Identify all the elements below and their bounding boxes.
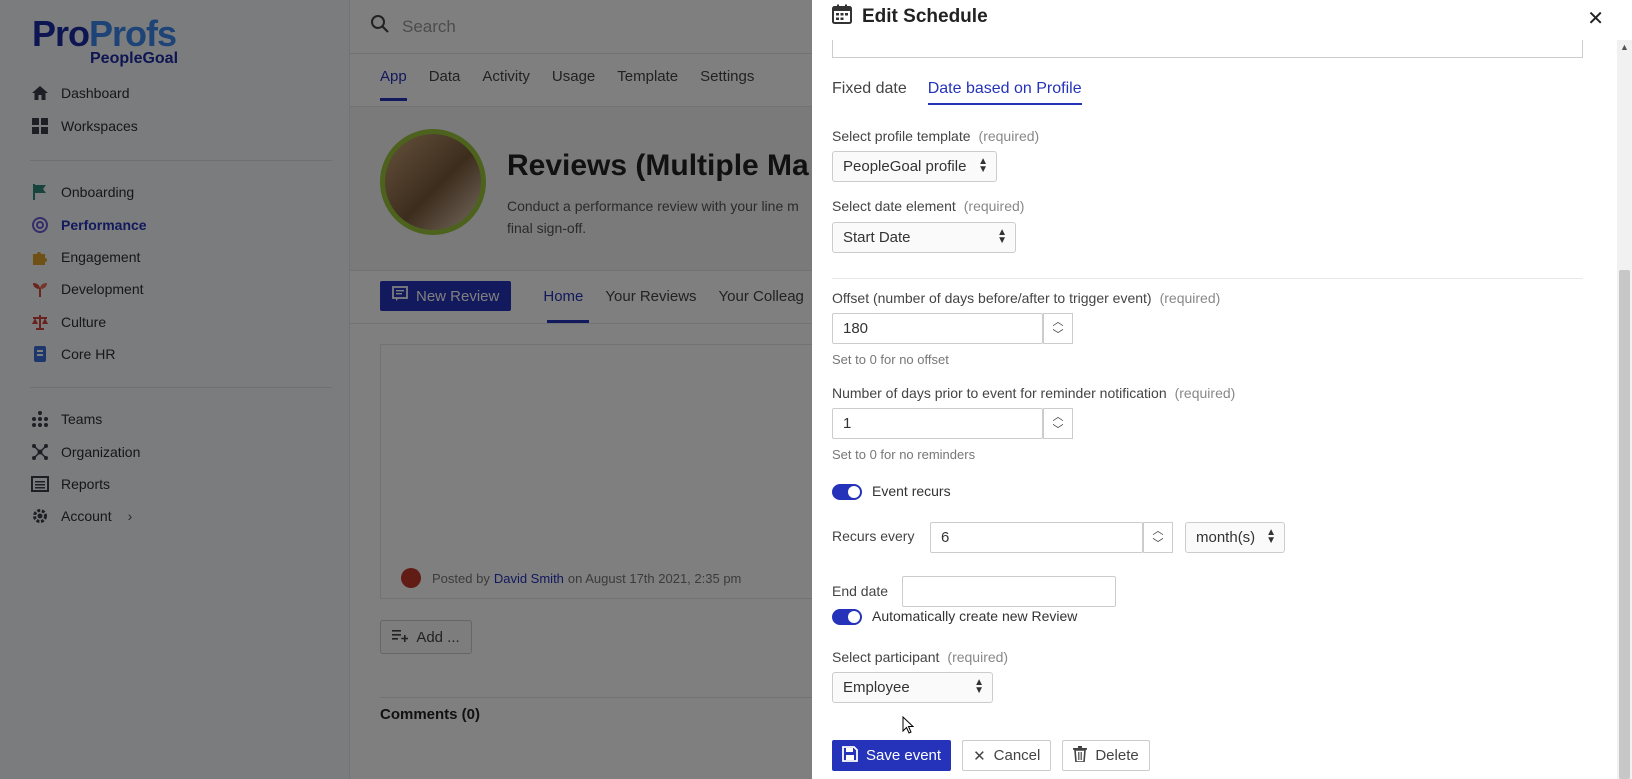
select-caret-icon: ▲ ▼ xyxy=(978,156,988,175)
offset-label: Offset (number of days before/after to t… xyxy=(832,290,1220,306)
offset-hint: Set to 0 for no offset xyxy=(832,352,949,367)
chevron-down-icon[interactable]: ﹀ xyxy=(1153,538,1164,551)
recurs-every-stepper[interactable]: ︿ ﹀ xyxy=(1143,522,1173,553)
participant-label: Select participant (required) xyxy=(832,649,1008,665)
offset-input[interactable]: 180 xyxy=(832,313,1043,344)
edit-schedule-modal: Edit Schedule ✕ ▲ Fixed date Date based … xyxy=(812,0,1632,779)
reminder-input[interactable]: 1 xyxy=(832,408,1043,439)
event-recurs-label: Event recurs xyxy=(872,483,951,499)
select-caret-icon: ▲ ▼ xyxy=(997,227,1007,246)
schedule-type-tabs: Fixed date Date based on Profile xyxy=(832,80,1103,105)
required-marker: (required) xyxy=(978,128,1040,144)
recurs-every-label: Recurs every xyxy=(832,528,915,544)
reminder-label-text: Number of days prior to event for remind… xyxy=(832,385,1167,401)
cancel-button[interactable]: ✕ Cancel xyxy=(962,740,1052,771)
select-caret-icon: ▲ ▼ xyxy=(974,677,984,696)
trash-icon xyxy=(1073,745,1088,766)
profile-template-label: Select profile template (required) xyxy=(832,128,1039,144)
profile-template-label-text: Select profile template xyxy=(832,128,971,144)
cancel-label: Cancel xyxy=(993,747,1041,764)
modal-actions: Save event ✕ Cancel Delete xyxy=(832,740,1161,771)
scrollbar-thumb[interactable] xyxy=(1619,270,1630,779)
auto-create-label: Automatically create new Review xyxy=(872,608,1078,624)
participant-value: Employee xyxy=(843,679,910,696)
mouse-cursor-icon xyxy=(902,715,915,739)
delete-button[interactable]: Delete xyxy=(1062,740,1150,771)
recurs-unit-select[interactable]: month(s) ▲ ▼ xyxy=(1185,522,1285,553)
end-date-label: End date xyxy=(832,583,889,599)
select-caret-icon: ▲ ▼ xyxy=(1266,527,1276,546)
offset-label-text: Offset (number of days before/after to t… xyxy=(832,290,1152,306)
previous-field xyxy=(832,40,1583,58)
date-element-select[interactable]: Start Date ▲ ▼ xyxy=(832,222,1016,253)
recurs-unit-value: month(s) xyxy=(1196,529,1256,546)
modal-scrollbar[interactable]: ▲ xyxy=(1617,40,1632,779)
calendar-icon xyxy=(832,4,852,29)
save-event-button[interactable]: Save event xyxy=(832,740,952,771)
reminder-hint: Set to 0 for no reminders xyxy=(832,447,976,462)
profile-template-value: PeopleGoal profile xyxy=(843,158,967,175)
reminder-label: Number of days prior to event for remind… xyxy=(832,385,1235,401)
save-icon xyxy=(842,745,858,766)
delete-label: Delete xyxy=(1095,747,1139,764)
tab-fixed-date[interactable]: Fixed date xyxy=(832,80,907,105)
date-element-value: Start Date xyxy=(843,229,911,246)
required-marker: (required) xyxy=(947,649,1009,665)
required-marker: (required) xyxy=(1174,385,1236,401)
required-marker: (required) xyxy=(1159,290,1221,306)
offset-value: 180 xyxy=(843,320,869,337)
required-marker: (required) xyxy=(963,198,1025,214)
modal-backdrop[interactable] xyxy=(0,0,812,779)
reminder-stepper[interactable]: ︿ ﹀ xyxy=(1043,408,1073,439)
date-element-label: Select date element (required) xyxy=(832,198,1024,214)
profile-template-select[interactable]: PeopleGoal profile ▲ ▼ xyxy=(832,151,997,182)
scroll-up-icon[interactable]: ▲ xyxy=(1620,42,1629,52)
modal-header: Edit Schedule xyxy=(832,4,988,29)
modal-title: Edit Schedule xyxy=(862,5,988,27)
save-event-label: Save event xyxy=(866,747,942,764)
event-recurs-toggle[interactable] xyxy=(832,484,862,500)
chevron-down-icon[interactable]: ﹀ xyxy=(1053,329,1064,342)
recurs-every-input[interactable]: 6 xyxy=(930,522,1143,553)
auto-create-toggle[interactable] xyxy=(832,609,862,625)
recurs-every-value: 6 xyxy=(941,529,950,546)
tab-date-based-on-profile[interactable]: Date based on Profile xyxy=(927,80,1082,105)
chevron-up-icon[interactable]: ︿ xyxy=(1053,316,1064,329)
chevron-down-icon[interactable]: ﹀ xyxy=(1053,424,1064,437)
participant-label-text: Select participant xyxy=(832,649,940,665)
chevron-up-icon[interactable]: ︿ xyxy=(1153,525,1164,538)
participant-select[interactable]: Employee ▲ ▼ xyxy=(832,672,993,703)
end-date-input[interactable] xyxy=(902,576,1116,607)
date-element-label-text: Select date element xyxy=(832,198,956,214)
section-divider xyxy=(832,278,1583,279)
chevron-up-icon[interactable]: ︿ xyxy=(1053,411,1064,424)
close-icon[interactable]: ✕ xyxy=(1587,6,1604,31)
offset-stepper[interactable]: ︿ ﹀ xyxy=(1043,313,1073,344)
close-icon: ✕ xyxy=(973,747,986,765)
reminder-value: 1 xyxy=(843,415,852,432)
